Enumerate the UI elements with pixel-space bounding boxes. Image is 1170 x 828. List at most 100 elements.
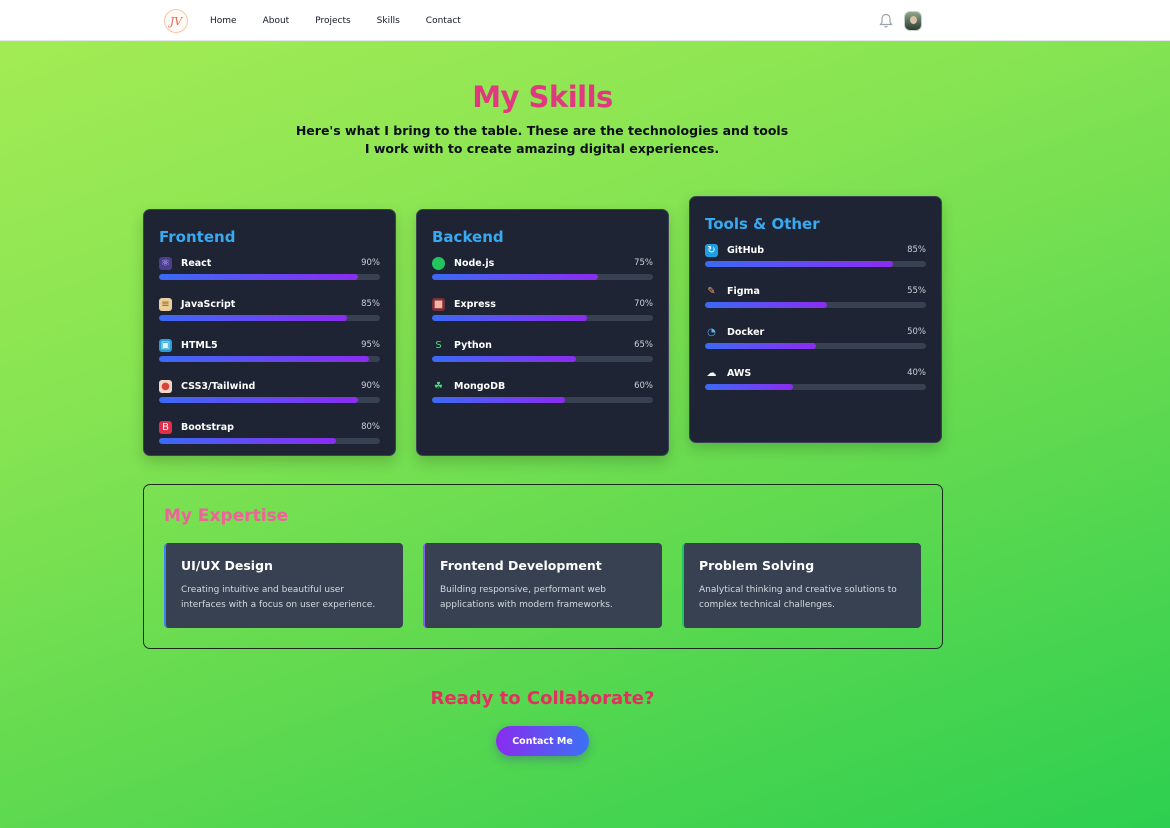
skill-row: ☁ AWS 40%	[705, 366, 926, 380]
expertise-title: My Expertise	[164, 506, 289, 526]
skill-percent: 50%	[907, 327, 926, 337]
skill-label-group: Node.js	[432, 256, 494, 270]
green-circle-icon	[432, 256, 445, 270]
skill-percent: 75%	[634, 258, 653, 268]
skill-row: ↻ GitHub 85%	[705, 243, 926, 257]
skill-progress-track	[432, 356, 653, 362]
skill-item-figma: ✎ Figma 55%	[705, 284, 926, 308]
skill-item-bootstrap: B Bootstrap 80%	[159, 420, 380, 444]
skill-percent: 90%	[361, 258, 380, 268]
sync-icon: ↻	[705, 243, 718, 257]
skill-label-group: ⚛ React	[159, 256, 212, 270]
nav-link-about[interactable]: About	[263, 16, 290, 26]
skill-row: ⚛ React 90%	[159, 256, 380, 270]
page-subtitle: Here's what I bring to the table. These …	[295, 123, 789, 156]
palette-icon: ●	[159, 379, 172, 393]
whale-icon: ◔	[705, 325, 718, 339]
nav-link-projects[interactable]: Projects	[315, 16, 350, 26]
skill-row: ▣ HTML5 95%	[159, 338, 380, 352]
scroll-icon: ≡	[159, 297, 172, 311]
cta-title: Ready to Collaborate?	[430, 688, 655, 709]
train-icon: ■	[432, 297, 445, 311]
expertise-card-problem-solving: Problem Solving Analytical thinking and …	[682, 543, 921, 628]
skill-label-group: ▣ HTML5	[159, 338, 218, 352]
skill-percent: 85%	[361, 299, 380, 309]
skill-label-group: ● CSS3/Tailwind	[159, 379, 256, 393]
skill-progress-fill	[705, 343, 816, 349]
skill-percent: 40%	[907, 368, 926, 378]
skill-progress-fill	[705, 302, 827, 308]
skill-progress-fill	[432, 397, 565, 403]
contact-me-button[interactable]: Contact Me	[496, 726, 589, 756]
skill-name: GitHub	[727, 244, 765, 256]
skill-name: CSS3/Tailwind	[181, 380, 256, 392]
skill-percent: 95%	[361, 340, 380, 350]
skill-progress-track	[705, 343, 926, 349]
skill-name: AWS	[727, 367, 752, 379]
skill-row: ✎ Figma 55%	[705, 284, 926, 298]
skill-label-group: ◔ Docker	[705, 325, 764, 339]
skill-row: ☘ MongoDB 60%	[432, 379, 653, 393]
skill-label-group: ☘ MongoDB	[432, 379, 505, 393]
skill-item-python: S Python 65%	[432, 338, 653, 362]
skill-percent: 60%	[634, 381, 653, 391]
cloud-icon: ☁	[705, 366, 718, 380]
skill-progress-track	[705, 261, 926, 267]
skill-progress-track	[432, 274, 653, 280]
top-nav: JV Home About Projects Skills Contact	[0, 0, 1170, 41]
skill-card-tools: Tools & Other ↻ GitHub 85% ✎ Figma 55% ◔…	[689, 196, 942, 443]
skill-card-title: Backend	[432, 228, 504, 246]
skill-progress-fill	[432, 356, 576, 362]
nav-link-skills[interactable]: Skills	[377, 16, 400, 26]
skill-progress-fill	[159, 356, 369, 362]
skill-item-node-js: Node.js 75%	[432, 256, 653, 280]
skill-percent: 85%	[907, 245, 926, 255]
skill-card-title: Frontend	[159, 228, 236, 246]
logo[interactable]: JV	[164, 9, 188, 33]
expertise-card-text: Creating intuitive and beautiful user in…	[181, 585, 376, 610]
expertise-card-text: Building responsive, performant web appl…	[440, 585, 613, 610]
nav-link-contact[interactable]: Contact	[426, 16, 461, 26]
skill-progress-fill	[432, 315, 587, 321]
skill-item-html5: ▣ HTML5 95%	[159, 338, 380, 362]
skill-percent: 55%	[907, 286, 926, 296]
skill-progress-track	[159, 315, 380, 321]
skill-name: React	[181, 257, 212, 269]
skill-label-group: ↻ GitHub	[705, 243, 765, 257]
pencil-icon: ✎	[705, 284, 718, 298]
skill-progress-track	[432, 315, 653, 321]
skill-item-docker: ◔ Docker 50%	[705, 325, 926, 349]
expertise-card-title: UI/UX Design	[181, 558, 273, 573]
skill-row: ● CSS3/Tailwind 90%	[159, 379, 380, 393]
skill-name: Bootstrap	[181, 421, 234, 433]
skill-progress-track	[159, 438, 380, 444]
skill-card-backend: Backend Node.js 75% ■ Express 70% S Pyth…	[416, 209, 669, 456]
snake-icon: S	[432, 338, 445, 352]
skill-progress-fill	[159, 397, 358, 403]
expertise-card-text: Analytical thinking and creative solutio…	[699, 585, 897, 610]
skill-item-css3-tailwind: ● CSS3/Tailwind 90%	[159, 379, 380, 403]
skill-percent: 90%	[361, 381, 380, 391]
nav-link-home[interactable]: Home	[210, 16, 237, 26]
skill-label-group: B Bootstrap	[159, 420, 234, 434]
skill-progress-fill	[705, 384, 794, 390]
skill-label-group: ✎ Figma	[705, 284, 760, 298]
skill-name: HTML5	[181, 339, 218, 351]
skill-progress-track	[705, 302, 926, 308]
skill-row: B Bootstrap 80%	[159, 420, 380, 434]
skill-progress-track	[705, 384, 926, 390]
skill-percent: 80%	[361, 422, 380, 432]
page-title: My Skills	[472, 80, 613, 114]
bell-icon[interactable]	[879, 13, 893, 29]
skill-progress-fill	[159, 274, 358, 280]
skill-progress-track	[159, 397, 380, 403]
skill-progress-track	[159, 274, 380, 280]
expertise-card-title: Problem Solving	[699, 558, 815, 573]
skill-item-express: ■ Express 70%	[432, 297, 653, 321]
expertise-section: My Expertise UI/UX Design Creating intui…	[143, 484, 943, 649]
skill-name: Express	[454, 298, 496, 310]
skill-label-group: S Python	[432, 338, 492, 352]
avatar[interactable]	[904, 11, 922, 31]
expertise-card-title: Frontend Development	[440, 558, 602, 573]
react-icon: ⚛	[159, 256, 172, 270]
